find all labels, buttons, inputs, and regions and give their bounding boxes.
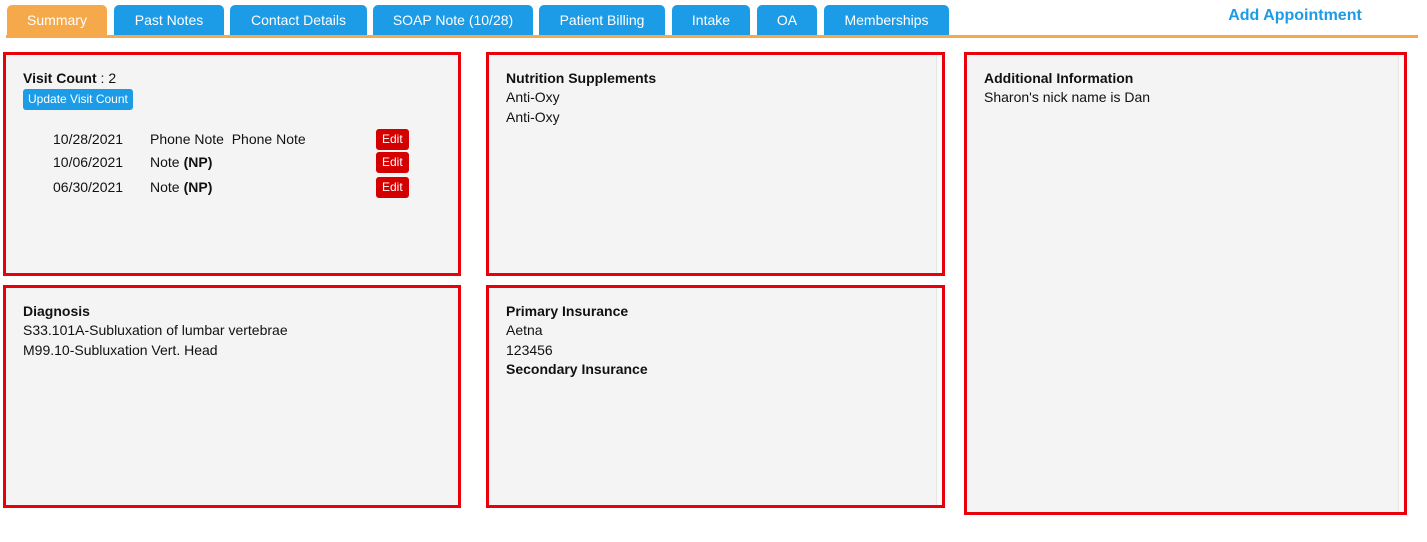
edit-button[interactable]: Edit xyxy=(376,129,409,150)
tab-intake[interactable]: Intake xyxy=(672,5,750,35)
visit-count-heading: Visit Count : 2 xyxy=(23,69,448,87)
diagnosis-heading: Diagnosis xyxy=(23,303,90,319)
panel-scroll-edge xyxy=(936,288,942,505)
supplement-item: Anti-Oxy xyxy=(506,109,560,125)
insurance-panel: Primary Insurance Aetna 123456 Secondary… xyxy=(486,285,945,508)
visit-row: 10/28/2021 Phone Note Phone Note Edit xyxy=(53,129,473,150)
tab-past-notes[interactable]: Past Notes xyxy=(114,5,224,35)
visit-count-content: Visit Count : 2 Update Visit Count xyxy=(23,69,448,110)
additional-heading: Additional Information xyxy=(984,70,1134,86)
visit-description: Note (NP) xyxy=(150,179,212,195)
secondary-insurance-heading: Secondary Insurance xyxy=(506,361,648,377)
visit-description: Note (NP) xyxy=(150,154,212,170)
diagnosis-item: S33.101A-Subluxation of lumbar vertebrae xyxy=(23,322,288,338)
insurance-content: Primary Insurance Aetna 123456 Secondary… xyxy=(506,302,932,378)
add-appointment-link[interactable]: Add Appointment xyxy=(1222,7,1368,25)
visit-type: Phone Note Phone Note xyxy=(150,131,306,147)
update-visit-count-button[interactable]: Update Visit Count xyxy=(23,89,133,110)
panel-scroll-edge xyxy=(936,55,942,273)
new-patient-flag: (NP) xyxy=(183,179,213,195)
visit-date: 10/28/2021 xyxy=(53,131,124,147)
visit-count-value: 2 xyxy=(108,70,117,86)
visit-type: Note xyxy=(150,154,180,170)
visit-count-separator: : xyxy=(96,70,109,86)
visit-row: 06/30/2021 Note (NP) Edit xyxy=(53,177,473,198)
tab-soap-note[interactable]: SOAP Note (10/28) xyxy=(373,5,533,35)
primary-insurance-name: Aetna xyxy=(506,322,543,338)
visit-count-panel: Visit Count : 2 Update Visit Count 10/28… xyxy=(3,52,461,276)
visit-type: Note xyxy=(150,179,180,195)
primary-insurance-id: 123456 xyxy=(506,342,553,358)
diagnosis-panel: Diagnosis S33.101A-Subluxation of lumbar… xyxy=(3,285,461,508)
tab-patient-billing[interactable]: Patient Billing xyxy=(539,5,665,35)
visit-date: 06/30/2021 xyxy=(53,179,124,195)
primary-insurance-heading: Primary Insurance xyxy=(506,303,629,319)
tab-contact-details[interactable]: Contact Details xyxy=(230,5,367,35)
visit-row: 10/06/2021 Note (NP) Edit xyxy=(53,152,473,173)
tab-oa[interactable]: OA xyxy=(757,5,817,35)
additional-text: Sharon's nick name is Dan xyxy=(984,89,1151,105)
diagnosis-item: M99.10-Subluxation Vert. Head xyxy=(23,342,218,358)
supplement-item: Anti-Oxy xyxy=(506,89,560,105)
nutrition-content: Nutrition Supplements Anti-Oxy Anti-Oxy xyxy=(506,69,932,127)
additional-information-panel: Additional Information Sharon's nick nam… xyxy=(964,52,1407,515)
nutrition-heading: Nutrition Supplements xyxy=(506,70,657,86)
visit-count-label: Visit Count xyxy=(23,70,97,86)
edit-button[interactable]: Edit xyxy=(376,177,409,198)
diagnosis-content: Diagnosis S33.101A-Subluxation of lumbar… xyxy=(23,302,448,360)
tab-bar: Summary Past Notes Contact Details SOAP … xyxy=(0,0,1427,40)
visit-description: Phone Note Phone Note xyxy=(150,131,306,147)
new-patient-flag: (NP) xyxy=(183,154,213,170)
edit-button[interactable]: Edit xyxy=(376,152,409,173)
tab-summary[interactable]: Summary xyxy=(7,5,107,38)
visit-date: 10/06/2021 xyxy=(53,154,124,170)
tab-memberships[interactable]: Memberships xyxy=(824,5,949,35)
tab-underline xyxy=(6,35,1418,38)
nutrition-supplements-panel: Nutrition Supplements Anti-Oxy Anti-Oxy xyxy=(486,52,945,276)
panel-scroll-edge xyxy=(1398,55,1404,512)
additional-content: Additional Information Sharon's nick nam… xyxy=(984,69,1394,107)
